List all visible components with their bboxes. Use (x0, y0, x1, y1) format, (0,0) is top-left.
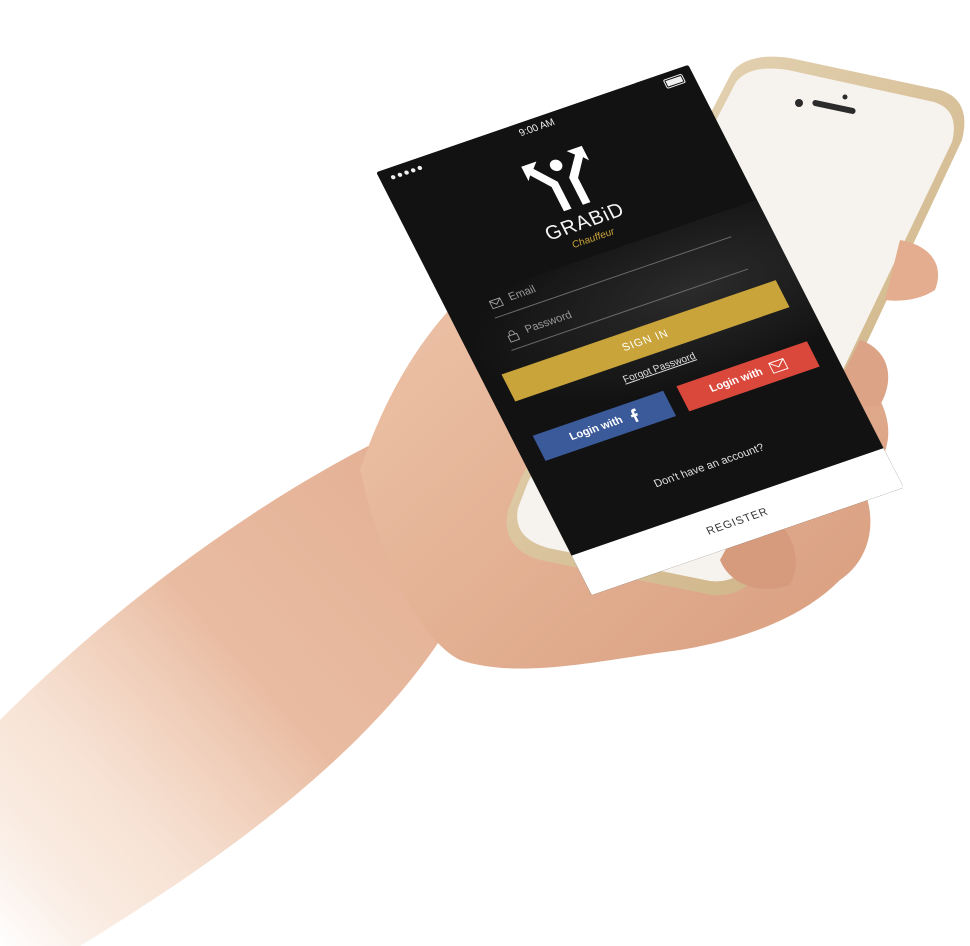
photo-scene: ●●●●● 9:00 AM GRABiD Chauffeur Email Pas… (0, 0, 970, 946)
lock-icon (507, 330, 521, 343)
facebook-icon (630, 408, 639, 423)
envelope-icon (768, 357, 789, 375)
mail-icon (488, 297, 505, 310)
battery-icon (662, 73, 687, 90)
email-placeholder: Email (506, 283, 538, 304)
